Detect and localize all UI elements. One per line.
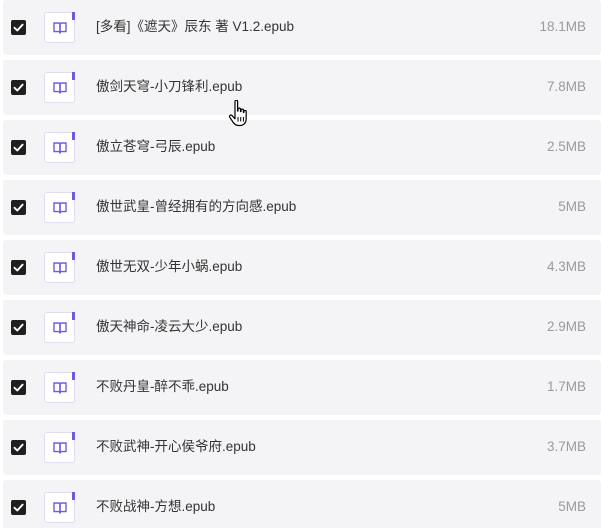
file-name: 傲世无双-少年小蜗.epub <box>96 259 243 274</box>
file-row[interactable]: 傲世武皇-曾经拥有的方向感.epub 5MB <box>3 180 601 235</box>
row-checkbox[interactable] <box>11 440 26 455</box>
row-checkbox[interactable] <box>11 380 26 395</box>
file-size: 2.9MB <box>546 319 586 334</box>
checkmark-icon <box>13 383 24 392</box>
file-size: 3.7MB <box>546 439 586 454</box>
row-checkbox[interactable] <box>11 500 26 515</box>
checkmark-icon <box>13 323 24 332</box>
file-row[interactable]: 傲天神命-凌云大少.epub 2.9MB <box>3 300 601 355</box>
row-checkbox[interactable] <box>11 140 26 155</box>
book-icon <box>44 312 75 343</box>
book-icon <box>44 132 75 163</box>
file-name: 傲剑天穹-小刀锋利.epub <box>96 79 243 94</box>
file-size: 5MB <box>558 199 586 214</box>
file-row[interactable]: 不败丹皇-醉不乖.epub 1.7MB <box>3 360 601 415</box>
file-name: 傲立苍穹-弓辰.epub <box>96 139 216 154</box>
file-row[interactable]: 傲世无双-少年小蜗.epub 4.3MB <box>3 240 601 295</box>
row-checkbox[interactable] <box>11 320 26 335</box>
checkmark-icon <box>13 203 24 212</box>
row-checkbox[interactable] <box>11 200 26 215</box>
file-list: [多看]《遮天》辰东 著 V1.2.epub 18.1MB 傲剑天穹-小刀锋利.ep… <box>0 0 601 528</box>
file-name: 不败战神-方想.epub <box>96 499 216 514</box>
file-row[interactable]: 傲剑天穹-小刀锋利.epub 7.8MB <box>3 60 601 115</box>
file-size: 1.7MB <box>546 379 586 394</box>
checkmark-icon <box>13 263 24 272</box>
book-icon <box>44 72 75 103</box>
file-size: 18.1MB <box>539 19 586 34</box>
file-row[interactable]: 傲立苍穹-弓辰.epub 2.5MB <box>3 120 601 175</box>
hand-pointer-icon <box>228 99 250 128</box>
checkmark-icon <box>13 23 24 32</box>
file-size: 7.8MB <box>546 79 586 94</box>
book-icon <box>44 12 75 43</box>
file-size: 5MB <box>558 499 586 514</box>
checkmark-icon <box>13 143 24 152</box>
row-checkbox[interactable] <box>11 20 26 35</box>
file-row[interactable]: 不败武神-开心侯爷府.epub 3.7MB <box>3 420 601 475</box>
file-name: [多看]《遮天》辰东 著 V1.2.epub <box>96 19 295 34</box>
file-name: 傲天神命-凌云大少.epub <box>96 319 243 334</box>
book-icon <box>44 252 75 283</box>
checkmark-icon <box>13 443 24 452</box>
file-size: 4.3MB <box>546 259 586 274</box>
book-icon <box>44 432 75 463</box>
row-checkbox[interactable] <box>11 80 26 95</box>
book-icon <box>44 492 75 523</box>
row-checkbox[interactable] <box>11 260 26 275</box>
file-name: 不败武神-开心侯爷府.epub <box>96 439 256 454</box>
file-name: 傲世武皇-曾经拥有的方向感.epub <box>96 199 297 214</box>
book-icon <box>44 192 75 223</box>
book-icon <box>44 372 75 403</box>
checkmark-icon <box>13 83 24 92</box>
file-name: 不败丹皇-醉不乖.epub <box>96 379 229 394</box>
file-size: 2.5MB <box>546 139 586 154</box>
file-row[interactable]: 不败战神-方想.epub 5MB <box>3 480 601 528</box>
file-row[interactable]: [多看]《遮天》辰东 著 V1.2.epub 18.1MB <box>3 0 601 55</box>
checkmark-icon <box>13 503 24 512</box>
